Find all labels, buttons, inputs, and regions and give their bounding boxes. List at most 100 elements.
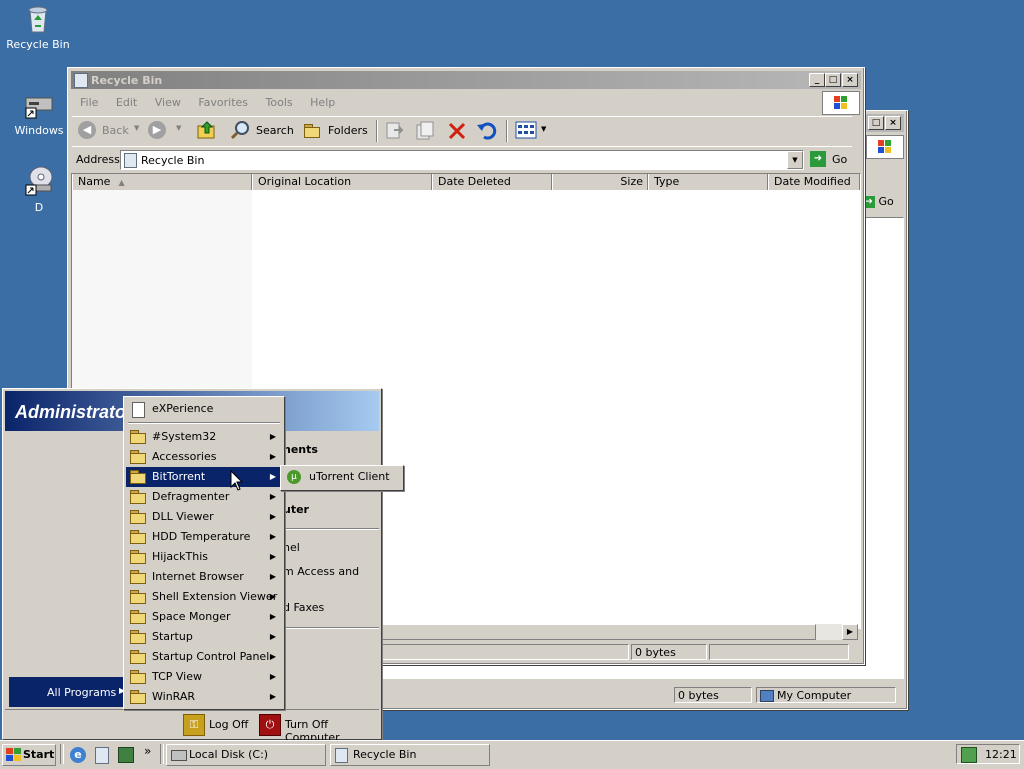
- menu-favorites[interactable]: Favorites: [198, 96, 248, 109]
- menu-help[interactable]: Help: [310, 96, 335, 109]
- column-header-type[interactable]: Type: [648, 174, 768, 190]
- copy-to-button[interactable]: [414, 120, 436, 142]
- program-item-tcp-view[interactable]: TCP View ▶: [126, 667, 282, 687]
- back-button[interactable]: ◀ Back ▼: [76, 120, 140, 142]
- desktop-icon-recycle-bin[interactable]: Recycle Bin: [0, 2, 76, 51]
- printers-faxes-fragment[interactable]: d Faxes: [283, 601, 324, 614]
- program-item-winrar[interactable]: WinRAR ▶: [126, 687, 282, 707]
- scroll-right-button[interactable]: ▶: [842, 624, 858, 640]
- copy-to-icon: [416, 121, 434, 140]
- views-button[interactable]: ▼: [514, 120, 550, 142]
- delete-button[interactable]: [446, 120, 468, 142]
- chevron-right-icon: ▶: [269, 532, 276, 541]
- program-item-startup[interactable]: Startup ▶: [126, 627, 282, 647]
- program-folder-icon: [130, 490, 146, 504]
- menu-view[interactable]: View: [155, 96, 181, 109]
- address-input[interactable]: Recycle Bin ▼: [120, 150, 804, 170]
- column-header-size[interactable]: Size: [552, 174, 648, 190]
- program-item-accessories[interactable]: Accessories ▶: [126, 447, 282, 467]
- quicklaunch-overflow[interactable]: »: [144, 744, 151, 758]
- folders-button[interactable]: Folders: [302, 120, 368, 142]
- program-item-space-monger[interactable]: Space Monger ▶: [126, 607, 282, 627]
- program-folder-icon: [130, 590, 146, 604]
- horizontal-scrollbar[interactable]: ▶: [380, 624, 858, 640]
- up-folder-button[interactable]: [196, 119, 218, 141]
- log-off-button[interactable]: ⚿ Log Off: [183, 714, 253, 736]
- program-folder-icon: [130, 610, 146, 624]
- program-item-dll-viewer[interactable]: DLL Viewer ▶: [126, 507, 282, 527]
- program-item-bittorrent[interactable]: BitTorrent ▶: [126, 467, 282, 487]
- maximize-button[interactable]: □: [825, 73, 841, 87]
- search-button[interactable]: Search: [230, 120, 296, 142]
- column-header-date-modified[interactable]: Date Modified: [768, 174, 860, 190]
- back-go-button[interactable]: ➜ Go: [863, 193, 903, 211]
- toolbar: ◀ Back ▼ ▶ ▼ Search Folders ▼: [72, 116, 852, 145]
- drive-icon: [171, 750, 187, 761]
- program-item-startup-control-panel[interactable]: Startup Control Panel ▶: [126, 647, 282, 667]
- program-item-internet-browser[interactable]: Internet Browser ▶: [126, 567, 282, 587]
- quicklaunch-recycle-icon[interactable]: [95, 747, 109, 764]
- user-name: Administrato: [15, 402, 127, 422]
- program-item-hijackthis[interactable]: HijackThis ▶: [126, 547, 282, 567]
- quicklaunch-separator: [60, 744, 64, 764]
- status-size: 0 bytes: [674, 687, 752, 703]
- control-panel-fragment[interactable]: nel: [283, 541, 300, 554]
- program-item-experience[interactable]: eXPerience: [126, 399, 282, 419]
- turn-off-button[interactable]: ⏻ Turn Off Computer: [259, 714, 379, 744]
- program-item-shell-extension-viewer[interactable]: Shell Extension Viewer ▶: [126, 587, 282, 607]
- column-header-name[interactable]: Name ▲: [72, 174, 252, 190]
- all-programs-button[interactable]: All Programs ▶: [9, 677, 125, 707]
- go-button[interactable]: ➜ Go: [808, 150, 850, 168]
- delete-x-icon: [448, 122, 466, 140]
- quicklaunch-tool-icon[interactable]: [118, 747, 134, 763]
- program-item-label: Shell Extension Viewer: [152, 590, 278, 603]
- column-header-date-deleted[interactable]: Date Deleted: [432, 174, 552, 190]
- close-button[interactable]: ×: [885, 116, 901, 130]
- program-folder-icon: [130, 450, 146, 464]
- program-item-hdd-temperature[interactable]: HDD Temperature ▶: [126, 527, 282, 547]
- task-local-disk[interactable]: Local Disk (C:): [166, 744, 326, 766]
- task-label: Local Disk (C:): [189, 748, 269, 761]
- forward-button[interactable]: ▶ ▼: [146, 120, 186, 142]
- clock[interactable]: 12:21: [985, 748, 1017, 761]
- close-button[interactable]: ×: [842, 73, 858, 87]
- tray-network-icon[interactable]: [961, 747, 977, 763]
- program-item-label: Startup: [152, 630, 193, 643]
- undo-button[interactable]: [476, 120, 498, 142]
- windows-flag-icon: [6, 748, 21, 761]
- program-folder-icon: [130, 690, 146, 704]
- address-dropdown-button[interactable]: ▼: [787, 151, 803, 169]
- desktop-icon-d[interactable]: D: [1, 165, 77, 214]
- column-header-original-location[interactable]: Original Location: [252, 174, 432, 190]
- program-item-defragmenter[interactable]: Defragmenter ▶: [126, 487, 282, 507]
- scroll-thumb[interactable]: [380, 624, 816, 640]
- chevron-down-icon: ▼: [134, 124, 140, 132]
- task-recycle-bin[interactable]: Recycle Bin: [330, 744, 490, 766]
- address-label: Address: [76, 153, 120, 166]
- back-window-statusbar: 0 bytes My Computer: [368, 687, 904, 705]
- move-to-button[interactable]: [384, 120, 406, 142]
- program-item-system32[interactable]: #System32 ▶: [126, 427, 282, 447]
- go-arrow-icon: ➜: [810, 151, 826, 167]
- maximize-button[interactable]: □: [868, 116, 884, 130]
- views-icon: [515, 121, 537, 139]
- chevron-right-icon: ▶: [269, 432, 276, 441]
- start-button[interactable]: Start: [2, 744, 56, 766]
- my-computer-icon: [760, 690, 774, 702]
- sort-ascending-icon: ▲: [118, 178, 125, 187]
- menu-edit[interactable]: Edit: [116, 96, 137, 109]
- window-titlebar[interactable]: Recycle Bin _ □ ×: [71, 71, 861, 89]
- chevron-right-icon: ▶: [269, 632, 276, 641]
- menu-tools[interactable]: Tools: [266, 96, 293, 109]
- cd-drive-shortcut-icon: [23, 165, 55, 197]
- my-computer-fragment[interactable]: uter: [283, 503, 309, 516]
- desktop-icon-windows[interactable]: Windows: [1, 88, 77, 137]
- program-item-utorrent-client[interactable]: µ uTorrent Client: [283, 467, 401, 487]
- quicklaunch-ie-icon[interactable]: e: [70, 747, 86, 763]
- move-to-icon: [386, 122, 404, 139]
- menu-file[interactable]: File: [80, 96, 98, 109]
- program-access-fragment[interactable]: m Access and: [283, 565, 359, 578]
- minimize-button[interactable]: _: [809, 73, 825, 87]
- my-documents-fragment[interactable]: nents: [283, 443, 318, 456]
- document-icon: [132, 402, 145, 418]
